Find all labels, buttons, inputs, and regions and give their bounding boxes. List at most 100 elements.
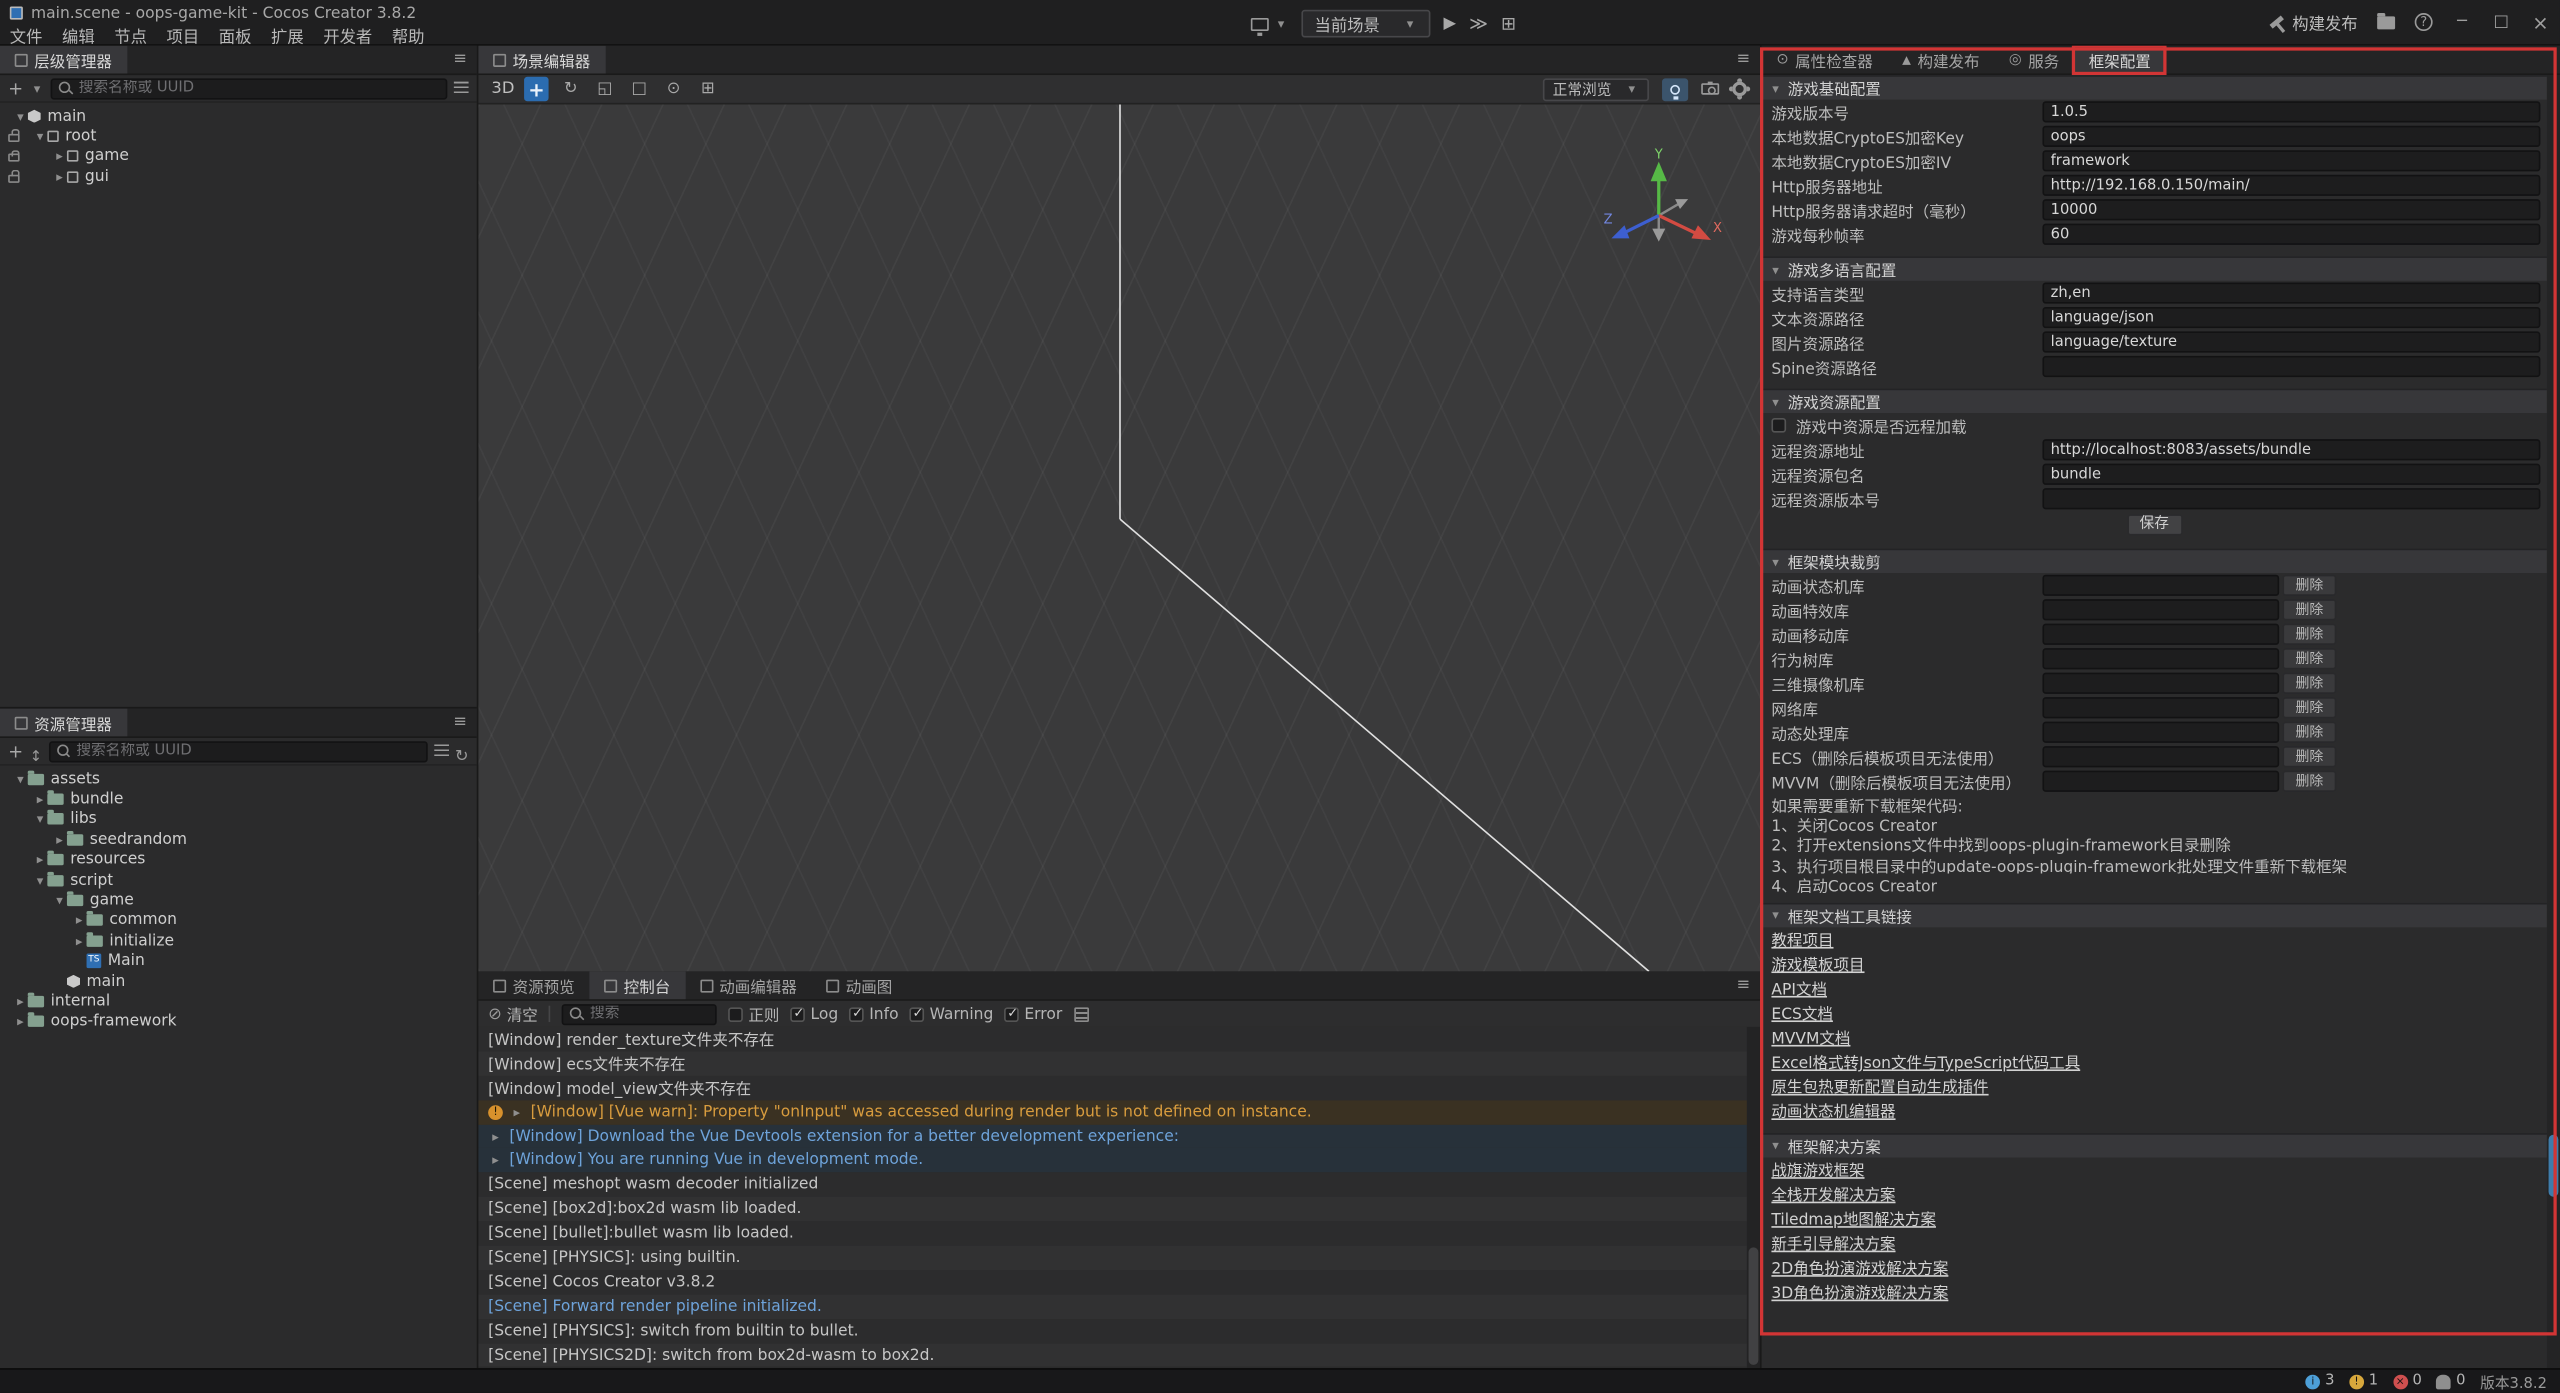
preview-device-button[interactable] [1251,16,1289,31]
caret-icon[interactable] [72,913,87,928]
delete-module-button[interactable]: 删除 [2282,600,2336,620]
hierarchy-search-input[interactable] [79,80,439,96]
tab-property-inspector[interactable]: 属性检查器 [1762,46,1888,74]
log-row[interactable]: [Scene] [PHYSICS]: using builtin. [478,1246,1747,1270]
caret-icon[interactable] [33,792,48,807]
game-version-input[interactable] [2042,102,2540,122]
asset-node-main-ts[interactable]: Main [0,951,477,971]
caret-icon[interactable] [52,832,67,847]
lock-icon[interactable] [8,174,19,182]
menu-file[interactable]: 文件 [10,22,43,46]
chevron-down-icon[interactable] [30,81,45,96]
link-guide-solution[interactable]: 新手引导解决方案 [1762,1231,2547,1255]
filter-icon[interactable] [454,82,469,95]
module-input[interactable] [2042,673,2279,693]
status-error-count[interactable]: 0 [2393,1373,2422,1389]
caret-icon[interactable] [13,1014,28,1029]
tree-node-game[interactable]: game [0,147,477,167]
delete-module-button[interactable]: 删除 [2282,698,2336,718]
delete-module-button[interactable]: 删除 [2282,771,2336,791]
tab-scene-editor[interactable]: 场景编辑器 [478,46,605,74]
caret-icon[interactable] [13,772,28,787]
log-row[interactable]: [Scene] [box2d]:box2d wasm lib loaded. [478,1197,1747,1221]
tree-node-root[interactable]: root [0,126,477,146]
maximize-button[interactable] [2491,13,2511,31]
tab-animation-graph[interactable]: 动画图 [812,971,908,999]
log-row-info[interactable]: [Window] You are running Vue in developm… [478,1148,1747,1172]
gear-icon[interactable] [1732,82,1747,97]
menu-node[interactable]: 节点 [114,22,147,46]
preview-grid-button[interactable] [1501,13,1516,34]
assets-search-input[interactable] [76,743,419,759]
scene-viewport[interactable]: Y X Z [478,104,1760,971]
link-excel-tool[interactable]: Excel格式转Json文件与TypeScript代码工具 [1762,1050,2547,1074]
status-message-count[interactable]: 0 [2437,1373,2466,1389]
rect-tool-icon[interactable] [627,77,651,101]
asset-node-common[interactable]: common [0,911,477,931]
tab-framework-config[interactable]: 框架配置 [2074,46,2165,74]
menu-extension[interactable]: 扩展 [271,22,304,46]
tab-services[interactable]: 服务 [1994,46,2074,74]
menu-developer[interactable]: 开发者 [323,22,372,46]
remote-version-input[interactable] [2042,489,2540,509]
console-settings-icon[interactable] [1074,1007,1089,1022]
refresh-icon[interactable] [455,736,469,767]
asset-node-main-scene[interactable]: main [0,971,477,991]
tab-asset-preview[interactable]: 资源预览 [478,971,589,999]
expand-caret-icon[interactable] [509,1105,524,1120]
module-input[interactable] [2042,722,2279,742]
text-res-path-input[interactable] [2042,307,2540,327]
caret-icon[interactable] [72,934,87,949]
close-button[interactable] [2531,11,2551,34]
scene-select-dropdown[interactable]: 当前场景 [1301,10,1430,38]
open-folder-button[interactable] [2377,16,2395,29]
caret-icon[interactable] [33,853,48,868]
crypto-iv-input[interactable] [2042,151,2540,171]
status-info-count[interactable]: 3 [2306,1373,2335,1389]
inspector-scrollbar[interactable] [2547,75,2560,1368]
link-mvvm-docs[interactable]: MVVM文档 [1762,1025,2547,1049]
regex-toggle[interactable]: 正则 [729,1002,780,1025]
coordinate-space-icon[interactable] [696,77,720,101]
module-input[interactable] [2042,771,2279,791]
delete-module-button[interactable]: 删除 [2282,649,2336,669]
log-row[interactable]: [Scene] Cocos Creator v3.8.2 [478,1270,1747,1294]
minimize-button[interactable] [2452,13,2472,31]
caret-icon[interactable] [33,873,48,888]
section-solutions[interactable]: 框架解决方案 [1762,1133,2547,1157]
section-game-basic-config[interactable]: 游戏基础配置 [1762,75,2547,99]
tab-assets[interactable]: 资源管理器 [0,709,127,737]
caret-icon[interactable] [13,109,28,124]
lock-icon[interactable] [8,134,19,142]
link-3d-rpg-solution[interactable]: 3D角色扮演游戏解决方案 [1762,1280,2547,1304]
step-button[interactable] [1469,13,1488,34]
filter-info-toggle[interactable]: Info [850,1005,899,1023]
caret-icon[interactable] [33,812,48,827]
delete-module-button[interactable]: 删除 [2282,673,2336,693]
log-row[interactable]: [Scene] [bullet]:bullet wasm lib loaded. [478,1221,1747,1245]
regex-checkbox[interactable] [729,1007,744,1022]
menu-project[interactable]: 项目 [167,22,200,46]
link-animator-editor[interactable]: 动画状态机编辑器 [1762,1099,2547,1123]
spine-res-path-input[interactable] [2042,356,2540,376]
sort-icon[interactable] [30,736,42,767]
caret-icon[interactable] [13,994,28,1009]
log-row[interactable]: [Window] ecs文件夹不存在 [478,1051,1747,1075]
tree-node-main[interactable]: main [0,106,477,126]
tab-console[interactable]: 控制台 [589,971,685,999]
filter-warning-toggle[interactable]: Warning [910,1005,993,1023]
add-node-button[interactable] [8,79,23,97]
save-button[interactable]: 保存 [2127,514,2183,535]
asset-node-initialize[interactable]: initialize [0,931,477,951]
filter-icon[interactable] [434,744,449,757]
section-resource-config[interactable]: 游戏资源配置 [1762,389,2547,413]
panel-menu-icon[interactable] [443,713,476,731]
rotate-tool-icon[interactable] [558,77,582,101]
module-input[interactable] [2042,747,2279,767]
asset-node-assets[interactable]: assets [0,769,477,789]
tab-build-publish[interactable]: 构建发布 [1887,46,1994,74]
link-tutorial-project[interactable]: 教程项目 [1762,927,2547,951]
asset-node-resources[interactable]: resources [0,850,477,870]
delete-module-button[interactable]: 删除 [2282,747,2336,767]
delete-module-button[interactable]: 删除 [2282,722,2336,742]
